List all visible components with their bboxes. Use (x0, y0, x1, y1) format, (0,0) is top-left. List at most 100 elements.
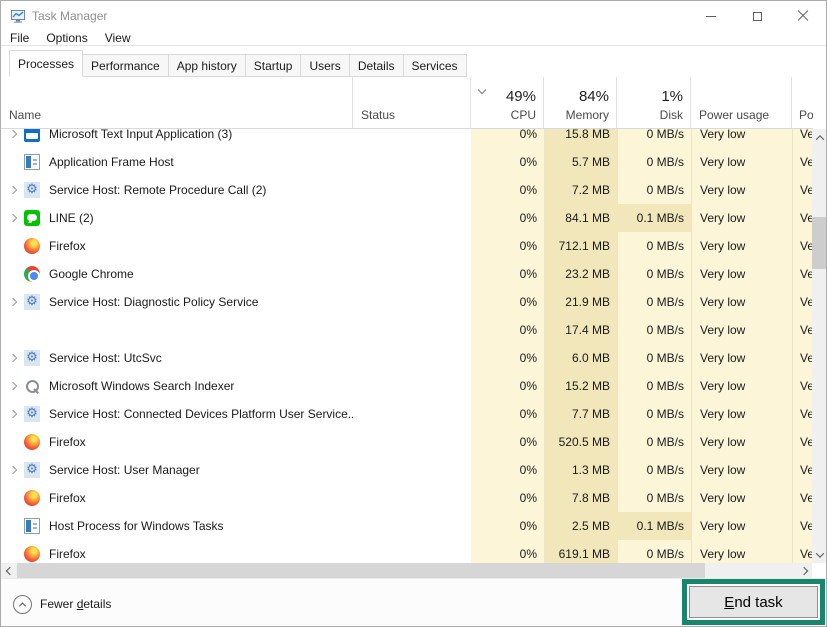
vertical-scrollbar-thumb[interactable] (812, 217, 827, 269)
scroll-down-button[interactable] (812, 546, 827, 563)
service-icon (24, 182, 40, 198)
expand-chevron-icon[interactable] (6, 131, 20, 137)
name-cell: Service Host: UtcSvc (1, 344, 353, 372)
process-row[interactable]: Service Host: Connected Devices Platform… (1, 400, 813, 428)
process-row[interactable]: 0% 17.4 MB 0 MB/s Very low Ve (1, 316, 813, 344)
column-header-cpu[interactable]: 49% CPU (471, 77, 544, 128)
expand-chevron-icon[interactable] (6, 355, 20, 361)
status-cell (353, 512, 471, 540)
expand-chevron-icon[interactable] (6, 215, 20, 221)
process-row[interactable]: LINE (2) 0% 84.1 MB 0.1 MB/s Very low Ve (1, 204, 813, 232)
column-header-name[interactable]: Name (1, 77, 353, 128)
cpu-cell: 0% (471, 512, 544, 540)
cpu-cell: 0% (471, 232, 544, 260)
process-name: LINE (2) (49, 211, 94, 225)
process-list-viewport: Microsoft Text Input Application (3) 0% … (1, 129, 813, 563)
process-row[interactable]: Firefox 0% 7.8 MB 0 MB/s Very low Ve (1, 484, 813, 512)
cpu-cell: 0% (471, 484, 544, 512)
maximize-button[interactable] (734, 1, 780, 31)
name-cell: Google Chrome (1, 260, 353, 288)
process-name: Firefox (49, 547, 86, 561)
power-trend-cell: Ve (792, 428, 813, 456)
process-row[interactable]: Firefox 0% 712.1 MB 0 MB/s Very low Ve (1, 232, 813, 260)
cpu-cell: 0% (471, 344, 544, 372)
process-row[interactable]: Firefox 0% 520.5 MB 0 MB/s Very low Ve (1, 428, 813, 456)
tab-services[interactable]: Services (403, 54, 467, 77)
tab-details[interactable]: Details (349, 54, 404, 77)
tab-app-history[interactable]: App history (168, 54, 246, 77)
process-name: Host Process for Windows Tasks (49, 519, 224, 533)
process-row[interactable]: Host Process for Windows Tasks 0% 2.5 MB… (1, 512, 813, 540)
memory-cell: 5.7 MB (544, 148, 617, 176)
expand-chevron-icon[interactable] (6, 299, 20, 305)
memory-cell: 7.7 MB (544, 400, 617, 428)
cpu-cell: 0% (471, 288, 544, 316)
expand-chevron-icon[interactable] (6, 383, 20, 389)
process-row[interactable]: Service Host: UtcSvc 0% 6.0 MB 0 MB/s Ve… (1, 344, 813, 372)
frame-host-icon (24, 154, 40, 170)
power-usage-cell: Very low (691, 540, 792, 563)
process-row[interactable]: Service Host: Remote Procedure Call (2) … (1, 176, 813, 204)
column-header-power-usage[interactable]: Power usage (691, 77, 792, 128)
power-usage-cell: Very low (691, 484, 792, 512)
close-button[interactable] (780, 1, 826, 31)
scroll-up-button[interactable] (812, 129, 827, 146)
name-cell: Service Host: Remote Procedure Call (2) (1, 176, 353, 204)
process-name: Application Frame Host (49, 155, 174, 169)
name-cell: Host Process for Windows Tasks (1, 512, 353, 540)
tab-startup[interactable]: Startup (245, 54, 302, 77)
end-task-button[interactable]: End task (689, 586, 818, 618)
column-header-disk[interactable]: 1% Disk (617, 77, 691, 128)
table-header: Name Status 49% CPU 84% Memory 1% Disk P… (1, 77, 813, 129)
disk-cell: 0 MB/s (617, 484, 691, 512)
power-usage-cell: Very low (691, 232, 792, 260)
titlebar: Task Manager (1, 1, 826, 31)
process-row[interactable]: Firefox 0% 619.1 MB 0 MB/s Very low Ve (1, 540, 813, 563)
process-name: Service Host: Diagnostic Policy Service (49, 295, 258, 309)
column-header-power-usage-trend[interactable]: Pow (792, 77, 813, 128)
power-usage-cell: Very low (691, 260, 792, 288)
firefox-icon (24, 546, 40, 562)
scroll-right-button[interactable] (795, 563, 812, 578)
close-icon (797, 10, 809, 22)
line-icon (24, 210, 40, 226)
name-cell: Firefox (1, 540, 353, 563)
process-row[interactable]: Microsoft Windows Search Indexer 0% 15.2… (1, 372, 813, 400)
expand-chevron-icon[interactable] (6, 411, 20, 417)
chevron-right-icon (799, 566, 807, 574)
process-row[interactable]: Microsoft Text Input Application (3) 0% … (1, 129, 813, 148)
expand-chevron-icon[interactable] (6, 467, 20, 473)
tab-users[interactable]: Users (300, 54, 349, 77)
process-row[interactable]: Service Host: User Manager 0% 1.3 MB 0 M… (1, 456, 813, 484)
cpu-cell: 0% (471, 148, 544, 176)
disk-cell: 0 MB/s (617, 540, 691, 563)
name-cell: Microsoft Text Input Application (3) (1, 129, 353, 148)
power-usage-cell: Very low (691, 204, 792, 232)
status-cell (353, 484, 471, 512)
scroll-left-button[interactable] (1, 563, 18, 578)
horizontal-scrollbar-thumb[interactable] (17, 563, 705, 578)
power-usage-cell: Very low (691, 344, 792, 372)
disk-cell: 0.1 MB/s (617, 512, 691, 540)
memory-cell: 520.5 MB (544, 428, 617, 456)
disk-cell: 0 MB/s (617, 148, 691, 176)
name-cell: Service Host: User Manager (1, 456, 353, 484)
highlight-box: End task (682, 579, 825, 625)
tab-processes[interactable]: Processes (9, 50, 83, 77)
expand-chevron-icon[interactable] (6, 187, 20, 193)
status-cell (353, 176, 471, 204)
process-row[interactable]: Application Frame Host 0% 5.7 MB 0 MB/s … (1, 148, 813, 176)
process-row[interactable]: Google Chrome 0% 23.2 MB 0 MB/s Very low… (1, 260, 813, 288)
disk-cell: 0 MB/s (617, 232, 691, 260)
column-header-status[interactable]: Status (353, 77, 471, 128)
search-indexer-icon (24, 378, 40, 394)
column-header-memory[interactable]: 84% Memory (544, 77, 617, 128)
memory-cell: 619.1 MB (544, 540, 617, 563)
tab-performance[interactable]: Performance (82, 54, 169, 77)
name-cell: Firefox (1, 428, 353, 456)
status-cell (353, 129, 471, 148)
process-row[interactable]: Service Host: Diagnostic Policy Service … (1, 288, 813, 316)
fewer-details-button[interactable]: Fewer details (13, 594, 111, 614)
minimize-button[interactable] (688, 1, 734, 31)
status-cell (353, 316, 471, 344)
